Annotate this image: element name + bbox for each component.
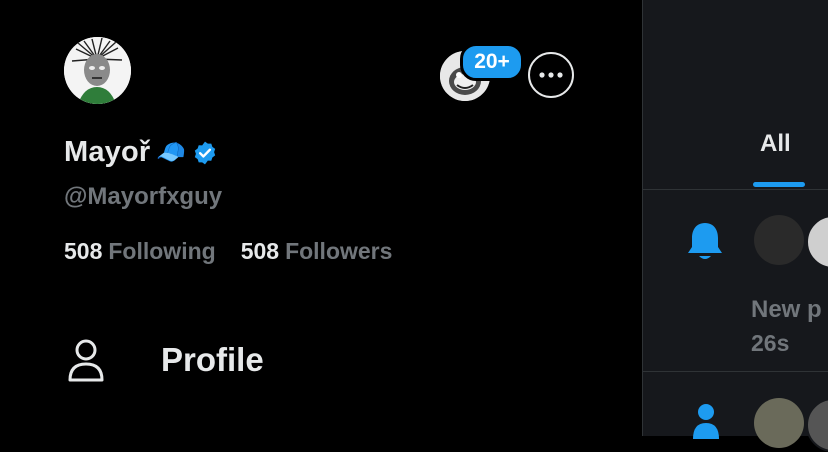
more-options-button[interactable] [528, 52, 574, 98]
divider [643, 189, 828, 190]
side-drawer: 20+ Mayoř 🧢 @Mayorfxguy 508 Following 508… [0, 0, 642, 436]
followers-label: Followers [285, 238, 393, 264]
tab-all[interactable]: All [760, 130, 791, 158]
notifications-panel: All New p 26s [642, 0, 828, 452]
person-icon [68, 339, 104, 382]
notification-avatar[interactable] [754, 215, 804, 265]
user-handle: @Mayorfxguy [64, 183, 223, 210]
bell-icon [688, 223, 722, 259]
notification-avatar[interactable] [754, 398, 804, 448]
user-name-row[interactable]: Mayoř 🧢 [64, 136, 218, 169]
user-avatar[interactable] [64, 37, 131, 104]
notification-count-badge: 20+ [460, 43, 524, 81]
notification-avatar[interactable] [806, 398, 828, 452]
verified-badge-icon [195, 141, 216, 164]
notification-time: 26s [751, 330, 790, 356]
followers-count: 508 [240, 238, 280, 264]
notification-avatar[interactable] [806, 215, 828, 269]
more-options-icon [539, 72, 563, 78]
account-switcher[interactable]: 20+ [440, 43, 524, 103]
active-tab-indicator [753, 182, 805, 187]
followers-link[interactable]: 508 Followers [241, 238, 393, 265]
person-fill-icon [693, 404, 719, 439]
following-count: 508 [64, 238, 103, 264]
menu-item-profile[interactable]: Profile [66, 338, 264, 382]
following-label: Following [108, 238, 216, 264]
cap-emoji: 🧢 [156, 139, 187, 166]
following-link[interactable]: 508 Following [64, 238, 216, 265]
notification-text: New p [751, 296, 822, 323]
menu-item-label: Profile [161, 341, 264, 378]
display-name: Mayoř [64, 136, 151, 168]
follow-stats: 508 Following 508 Followers [64, 238, 392, 265]
divider [643, 371, 828, 372]
